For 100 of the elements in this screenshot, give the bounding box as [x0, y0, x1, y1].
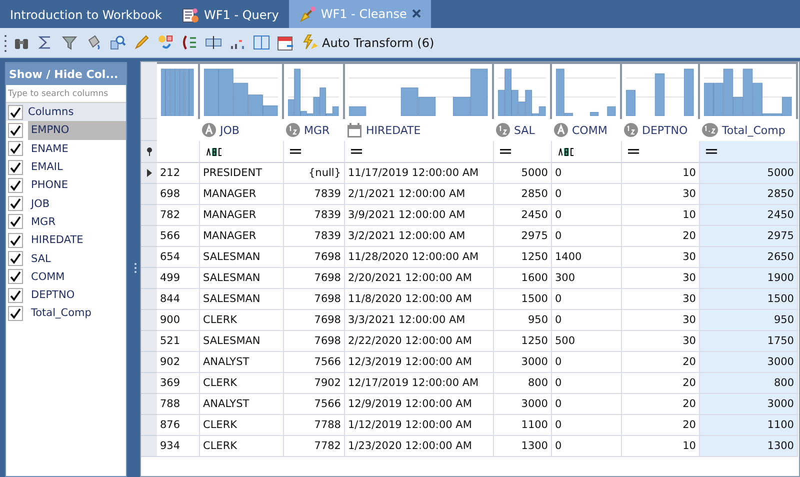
pin-icon[interactable]: [146, 147, 152, 156]
table-cell: 11/17/2019 12:00:00 AM: [345, 163, 494, 184]
table-cell: 10: [622, 436, 700, 457]
filter-cell[interactable]: [200, 141, 284, 163]
table-cell: 7782: [284, 436, 345, 457]
filter-cell[interactable]: [622, 141, 700, 163]
current-row-icon: [146, 169, 152, 177]
histogram: [556, 66, 616, 116]
column-item[interactable]: HIREDATE: [28, 231, 126, 250]
text-type-icon: [554, 123, 568, 137]
table-cell: 11/28/2020 12:00:00 AM: [345, 247, 494, 268]
column-item[interactable]: MGR: [28, 212, 126, 232]
table-cell: 0: [552, 310, 622, 331]
column-header[interactable]: COMM: [572, 124, 608, 136]
table-cell: 3/9/2021 12:00:00 AM: [345, 205, 494, 226]
row-header[interactable]: [141, 163, 157, 184]
checkbox[interactable]: [8, 232, 23, 248]
split-icon[interactable]: [252, 33, 271, 52]
column-item[interactable]: ENAME: [28, 140, 126, 158]
checkbox[interactable]: [8, 251, 23, 266]
column-item[interactable]: PHONE: [28, 176, 126, 194]
table-cell: 1250: [494, 331, 552, 352]
table-cell: 1100: [700, 415, 798, 436]
table-cell: 0: [552, 352, 622, 373]
checkbox[interactable]: [8, 306, 23, 321]
checkbox[interactable]: [8, 269, 23, 284]
table-cell: 12/9/2019 12:00:00 AM: [345, 394, 494, 415]
broom-icon: [298, 6, 316, 22]
table-cell: 876: [157, 415, 200, 436]
table-cell: 566: [157, 226, 200, 247]
table-cell: 521: [157, 331, 200, 352]
checkbox[interactable]: [8, 288, 23, 303]
table-cell: 30: [622, 310, 700, 331]
checkbox[interactable]: [8, 178, 23, 193]
table-cell: CLERK: [200, 436, 284, 457]
table-cell: 2/22/2020 12:00:00 AM: [345, 331, 494, 352]
column-header[interactable]: Total_Comp: [722, 124, 786, 136]
column-header[interactable]: JOB: [220, 124, 240, 136]
column-header[interactable]: SAL: [514, 124, 535, 136]
textbox-icon[interactable]: [204, 33, 223, 52]
column-item[interactable]: JOB: [28, 194, 126, 213]
table-cell: 1900: [700, 268, 798, 289]
equals-icon: [351, 149, 362, 154]
checkbox[interactable]: [8, 160, 23, 175]
text-filter-icon: [558, 148, 575, 156]
table-cell: ANALYST: [200, 394, 284, 415]
column-item[interactable]: EMPNO: [28, 121, 126, 140]
table-cell: ANALYST: [200, 352, 284, 373]
table-cell: 1300: [700, 436, 798, 457]
table-cell: 30: [622, 331, 700, 352]
filter-cell[interactable]: [284, 141, 345, 163]
table-cell: 3/3/2021 12:00:00 AM: [345, 310, 494, 331]
column-item[interactable]: EMAIL: [28, 158, 126, 176]
table-cell: {null}: [284, 163, 345, 184]
histogram: [161, 66, 194, 116]
table-cell: CLERK: [200, 310, 284, 331]
filter-cell[interactable]: [700, 141, 798, 163]
column-item[interactable]: Total_Comp: [28, 304, 126, 323]
checkbox[interactable]: [8, 196, 23, 212]
filter-cell[interactable]: [345, 141, 494, 163]
list-header: Columns: [28, 106, 74, 118]
column-item[interactable]: COMM: [28, 268, 126, 286]
integer-type-icon: [286, 123, 300, 137]
checkbox[interactable]: [8, 141, 23, 156]
table-cell: 20: [622, 394, 700, 415]
table-cell: CLERK: [200, 415, 284, 436]
column-header[interactable]: DEPTNO: [642, 124, 688, 136]
filter-cell[interactable]: [552, 141, 622, 163]
table-cell: 10: [622, 205, 700, 226]
table-cell: 7839: [284, 205, 345, 226]
table-cell: 2/20/2021 12:00:00 AM: [345, 268, 494, 289]
table-cell: 1500: [494, 289, 552, 310]
checkbox[interactable]: [8, 122, 23, 138]
table-cell: 7902: [284, 373, 345, 394]
splitter-grip-icon[interactable]: [134, 262, 137, 274]
column-item[interactable]: SAL: [28, 249, 126, 268]
tab[interactable]: Introduction to Workbook: [0, 2, 172, 28]
table-cell: 7698: [284, 331, 345, 352]
equals-icon: [706, 149, 717, 154]
checkbox[interactable]: [8, 214, 23, 230]
filter-cell[interactable]: [494, 141, 552, 163]
table-cell: 2450: [700, 205, 798, 226]
toolbar-grip-icon[interactable]: [4, 34, 7, 52]
auto-transform-button[interactable]: Auto Transform (6): [300, 34, 436, 51]
filter-cell[interactable]: [157, 141, 200, 163]
checkbox[interactable]: [8, 104, 23, 120]
table-cell: 1400: [552, 247, 622, 268]
tab[interactable]: WF1 - Query: [172, 2, 289, 28]
column-header[interactable]: HIREDATE: [366, 124, 421, 136]
histogram: [288, 66, 339, 116]
pencil-icon[interactable]: [132, 33, 151, 52]
integer-type-icon: [624, 123, 638, 137]
column-item[interactable]: DEPTNO: [28, 286, 126, 304]
table-cell: 0: [552, 436, 622, 457]
table-cell: 2450: [494, 205, 552, 226]
table-cell: 950: [700, 310, 798, 331]
magnifier-icon[interactable]: [108, 33, 127, 52]
column-header[interactable]: MGR: [304, 124, 330, 136]
table-cell: 7788: [284, 415, 345, 436]
brackets-icon[interactable]: [180, 33, 199, 52]
